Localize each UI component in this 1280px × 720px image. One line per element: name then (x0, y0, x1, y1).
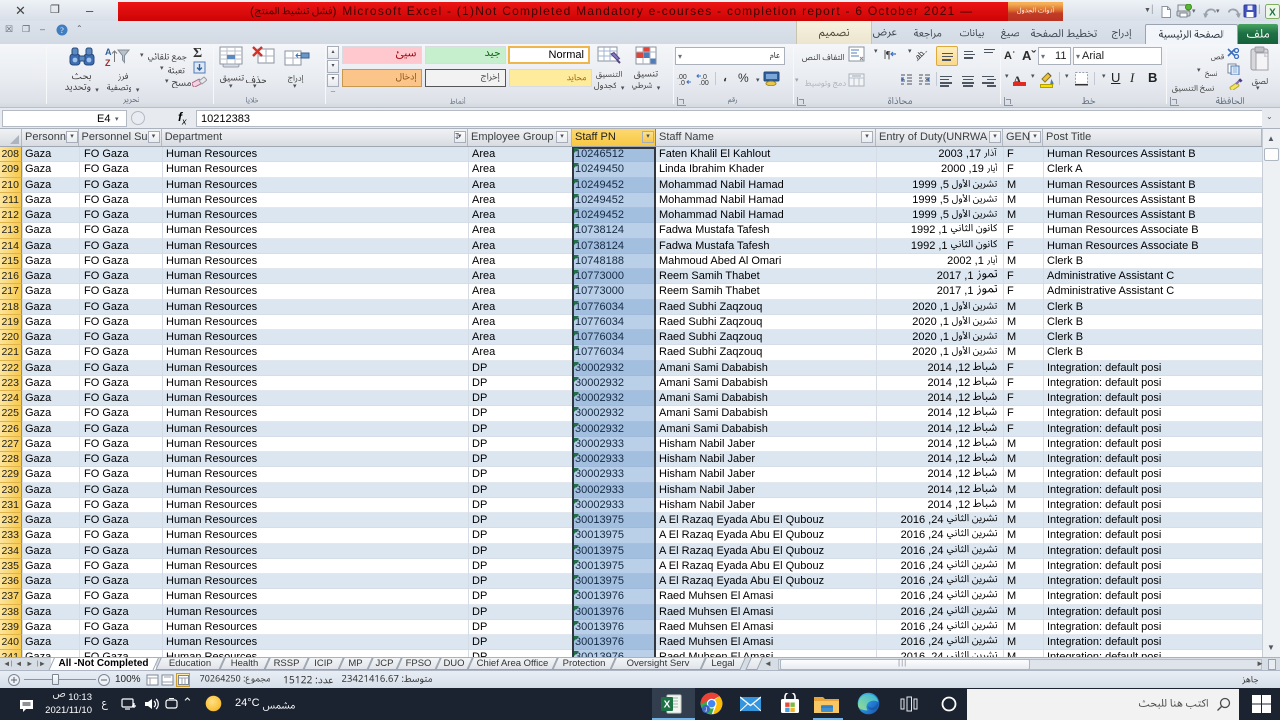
svg-text:?: ? (60, 26, 64, 35)
svg-text:A: A (105, 47, 112, 57)
svg-text:J: J (705, 707, 708, 713)
svg-text:X: X (664, 700, 671, 711)
svg-text:X: X (1269, 8, 1276, 19)
svg-text:ab: ab (915, 49, 926, 62)
svg-text:Z: Z (105, 58, 111, 67)
svg-text:.00: .00 (699, 80, 709, 86)
svg-text:¶: ¶ (886, 50, 891, 61)
svg-text:.0: .0 (679, 80, 685, 86)
